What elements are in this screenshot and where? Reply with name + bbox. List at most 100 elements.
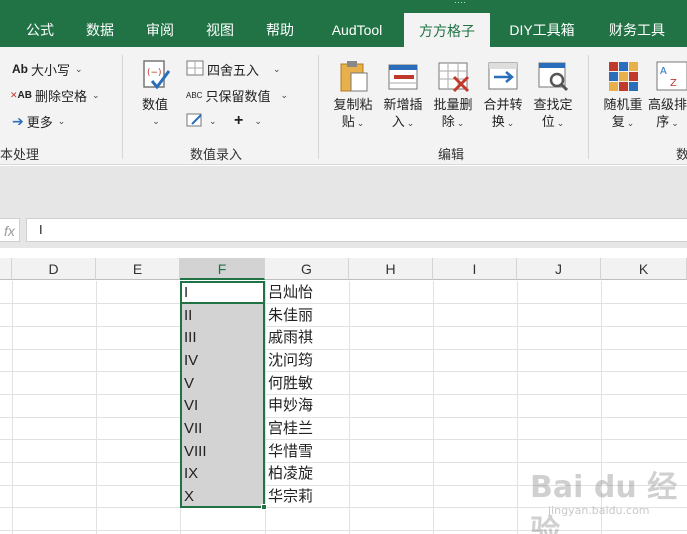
cell-f3[interactable]: III: [184, 326, 197, 348]
cell-g5[interactable]: 何胜敏: [268, 372, 313, 394]
cell-g3[interactable]: 戚雨祺: [268, 326, 313, 348]
keep-values-button[interactable]: ABC 只保留数值 ⌄: [186, 83, 288, 107]
advanced-sort-button[interactable]: A Z 高级排 序 ⌄: [648, 55, 687, 139]
more-button[interactable]: ➔ 更多 ⌄: [12, 109, 65, 133]
column-header-k[interactable]: K: [601, 258, 687, 280]
cell-g1[interactable]: 吕灿怡: [268, 281, 313, 303]
grid-line: [517, 281, 518, 534]
tab-review[interactable]: 审阅: [138, 14, 182, 47]
merge-convert-label-1: 合并转: [483, 97, 523, 112]
cell-f4[interactable]: IV: [184, 349, 198, 371]
chevron-down-icon: ⌄: [556, 118, 565, 128]
tab-finance-tools[interactable]: 财务工具: [596, 14, 678, 47]
fill-handle[interactable]: [261, 504, 267, 510]
magnifier-icon: [536, 59, 570, 93]
grid-line: [0, 394, 687, 395]
column-header-g[interactable]: G: [265, 258, 349, 280]
grid-line: [433, 281, 434, 534]
advanced-sort-label-1: 高级排: [648, 97, 687, 112]
batch-delete-label-2-text: 除: [441, 114, 455, 129]
tab-fangfang-gezi[interactable]: 方方格子: [404, 13, 490, 47]
grid-line: [0, 326, 687, 327]
random-label-2-text: 复: [611, 114, 625, 129]
window-title-fragment: ····: [454, 0, 466, 6]
chevron-down-icon: ⌄: [626, 118, 635, 128]
copy-paste-label-1: 复制粘: [333, 97, 373, 112]
chevron-down-icon: ⌄: [57, 115, 66, 126]
chevron-down-icon: ⌄: [273, 63, 281, 74]
cell-g6[interactable]: 申妙海: [268, 394, 313, 416]
cell-f1[interactable]: I: [184, 281, 188, 303]
chevron-down-icon: ⌄: [456, 118, 465, 128]
case-button[interactable]: Ab 大小写 ⌄: [12, 57, 83, 81]
header-spacer: [0, 248, 687, 258]
grid-line: [0, 303, 687, 304]
chevron-down-icon: ⌄: [254, 115, 262, 126]
copy-paste-button[interactable]: 复制粘 贴 ⌄: [328, 55, 378, 139]
value-button[interactable]: (−) 数值 ⌄: [132, 55, 178, 139]
grid-line: [96, 281, 97, 534]
chevron-down-icon: ⌄: [75, 63, 83, 74]
case-label: 大小写: [31, 62, 71, 78]
row-header-corner[interactable]: [0, 258, 12, 280]
active-cell[interactable]: [180, 281, 265, 304]
find-locate-label-1: 查找定: [533, 97, 573, 112]
column-header-f[interactable]: F: [180, 258, 265, 280]
cell-f8[interactable]: VIII: [184, 440, 207, 462]
chevron-down-icon: ⌄: [209, 115, 217, 126]
column-header-e[interactable]: E: [96, 258, 180, 280]
trim-label: 删除空格: [35, 88, 88, 104]
find-locate-label-2: 位 ⌄: [528, 113, 578, 132]
cell-f6[interactable]: VI: [184, 394, 198, 416]
cell-g2[interactable]: 朱佳丽: [268, 304, 313, 326]
sort-az-icon: A Z: [654, 59, 687, 93]
cell-f10[interactable]: X: [184, 485, 194, 507]
cell-g4[interactable]: 沈问筠: [268, 349, 313, 371]
cell-g9[interactable]: 柏凌旋: [268, 462, 313, 484]
round-label: 四舍五入: [207, 62, 260, 78]
random-repeat-button[interactable]: 随机重 复 ⌄: [598, 55, 648, 139]
cell-f2[interactable]: II: [184, 304, 192, 326]
plus-button[interactable]: + ⌄: [234, 109, 262, 133]
edit-values-button[interactable]: ⌄: [186, 109, 217, 133]
cell-g7[interactable]: 宫桂兰: [268, 417, 313, 439]
merge-convert-icon: [486, 59, 520, 93]
tab-formulas[interactable]: 公式: [18, 14, 62, 47]
tab-audtool[interactable]: AudTool: [320, 14, 394, 47]
trim-icon-text: AB: [17, 89, 32, 101]
tab-diy-toolbox[interactable]: DIY工具箱: [500, 14, 584, 47]
round-button[interactable]: 四舍五入 ⌄: [186, 57, 281, 81]
cell-f9[interactable]: IX: [184, 462, 198, 484]
insert-button[interactable]: 新增插 入 ⌄: [378, 55, 428, 139]
tab-view[interactable]: 视图: [198, 14, 242, 47]
chevron-down-icon: ⌄: [356, 118, 365, 128]
column-header-j[interactable]: J: [517, 258, 601, 280]
cell-g8[interactable]: 华惜雪: [268, 440, 313, 462]
grid-line: [0, 417, 687, 418]
tab-data[interactable]: 数据: [78, 14, 122, 47]
tab-help[interactable]: 帮助: [258, 14, 302, 47]
merge-convert-button[interactable]: 合并转 换 ⌄: [478, 55, 528, 139]
edit-pencil-icon: [186, 112, 204, 131]
copy-paste-label-2: 贴 ⌄: [328, 113, 378, 132]
trim-spaces-button[interactable]: ✕AB 删除空格 ⌄: [10, 83, 100, 107]
column-header-d[interactable]: D: [12, 258, 96, 280]
trim-icon: ✕AB: [10, 89, 32, 101]
find-locate-button[interactable]: 查找定 位 ⌄: [528, 55, 578, 139]
svg-text:Z: Z: [670, 78, 677, 89]
cell-g10[interactable]: 华宗莉: [268, 485, 313, 507]
chevron-down-icon: ⌄: [671, 118, 679, 128]
advanced-sort-label-2: 序 ⌄: [648, 113, 687, 132]
cell-f7[interactable]: VII: [184, 417, 202, 439]
formula-input[interactable]: I: [26, 218, 687, 242]
copy-paste-label-2-text: 贴: [341, 114, 355, 129]
column-header-i[interactable]: I: [433, 258, 517, 280]
group-label-text: 本处理: [0, 147, 40, 162]
column-header-h[interactable]: H: [349, 258, 433, 280]
batch-delete-button[interactable]: 批量删 除 ⌄: [428, 55, 478, 139]
cell-f5[interactable]: V: [184, 372, 194, 394]
case-icon: Ab: [12, 62, 28, 76]
fx-icon[interactable]: fx: [0, 218, 20, 242]
grid-line: [0, 371, 687, 372]
group-separator: [122, 55, 123, 159]
